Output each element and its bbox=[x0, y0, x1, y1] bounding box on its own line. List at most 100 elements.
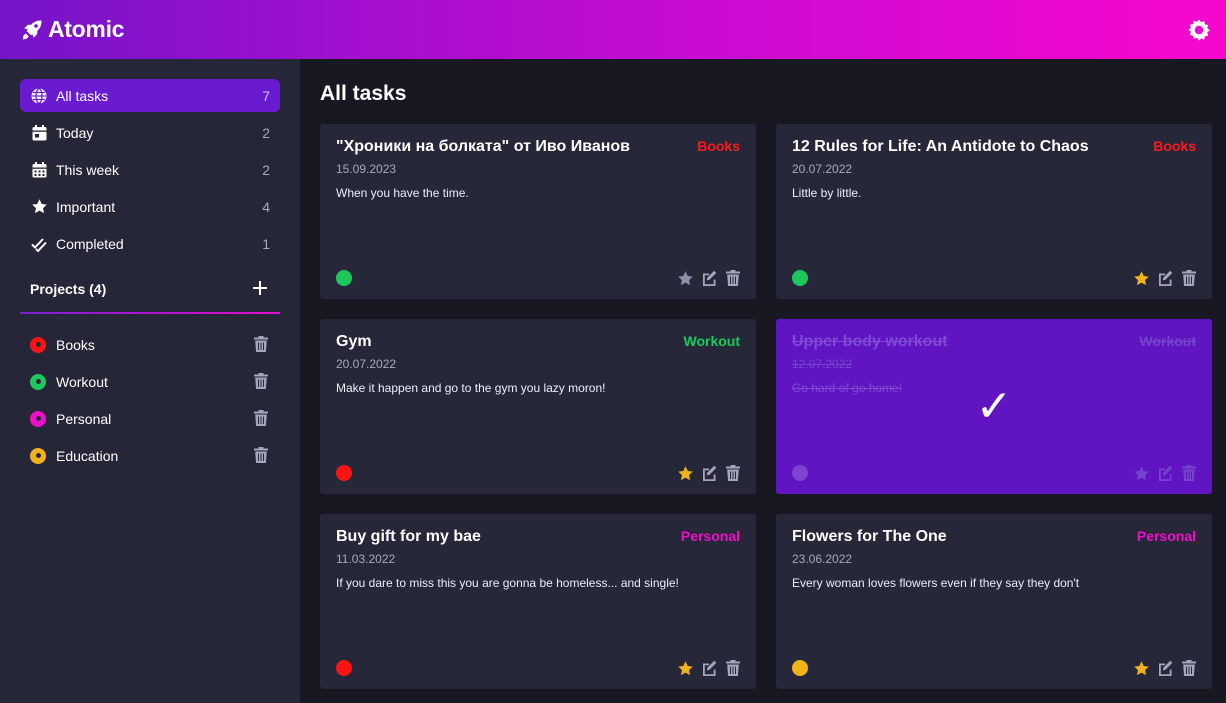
task-card[interactable]: Gym Workout 20.07.2022 Make it happen an… bbox=[320, 319, 756, 494]
task-grid: "Хроники на болката" от Иво Иванов Books… bbox=[320, 124, 1212, 689]
task-project-tag[interactable]: Workout bbox=[683, 333, 740, 349]
task-project-tag[interactable]: Books bbox=[697, 138, 740, 154]
nav-count: 1 bbox=[262, 235, 270, 252]
task-status-dot[interactable] bbox=[336, 465, 352, 481]
star-icon[interactable] bbox=[1132, 269, 1150, 287]
add-project-plus-icon[interactable] bbox=[252, 280, 270, 298]
edit-icon[interactable] bbox=[700, 464, 718, 482]
task-project-tag[interactable]: Personal bbox=[681, 528, 740, 544]
nav-important[interactable]: Important 4 bbox=[20, 190, 280, 223]
task-date: 11.03.2022 bbox=[336, 552, 396, 566]
task-description: Little by little. bbox=[792, 186, 862, 200]
nav-completed[interactable]: Completed 1 bbox=[20, 227, 280, 260]
projects-header: Projects (4) bbox=[20, 266, 280, 308]
nav-count: 2 bbox=[262, 161, 270, 178]
trash-icon[interactable] bbox=[1180, 269, 1198, 287]
task-title: 12 Rules for Life: An Antidote to Chaos bbox=[792, 138, 1089, 155]
task-actions bbox=[676, 659, 742, 677]
task-actions bbox=[1132, 464, 1198, 482]
edit-icon[interactable] bbox=[700, 659, 718, 677]
project-item-books[interactable]: Books bbox=[20, 328, 280, 361]
task-description: Make it happen and go to the gym you laz… bbox=[336, 381, 606, 395]
completed-checkmark-icon: ✓ bbox=[975, 381, 1013, 432]
trash-icon[interactable] bbox=[254, 409, 270, 428]
task-date: 20.07.2022 bbox=[336, 357, 397, 371]
nav-today[interactable]: Today 2 bbox=[20, 116, 280, 149]
project-color-dot bbox=[30, 373, 46, 390]
app-title: Atomic bbox=[48, 16, 125, 42]
task-card[interactable]: Flowers for The One Personal 23.06.2022 … bbox=[776, 514, 1212, 689]
trash-icon[interactable] bbox=[254, 372, 270, 391]
star-icon[interactable] bbox=[676, 659, 694, 677]
nav-count: 4 bbox=[262, 198, 270, 215]
nav-count: 2 bbox=[262, 124, 270, 141]
double-check-icon bbox=[30, 235, 48, 253]
nav-label: Completed bbox=[56, 235, 124, 252]
edit-icon[interactable] bbox=[700, 269, 718, 287]
task-date: 23.06.2022 bbox=[792, 552, 853, 566]
task-card[interactable]: Buy gift for my bae Personal 11.03.2022 … bbox=[320, 514, 756, 689]
task-description: When you have the time. bbox=[336, 186, 469, 200]
trash-icon[interactable] bbox=[724, 659, 742, 677]
page-title: All tasks bbox=[320, 82, 407, 105]
project-item-education[interactable]: Education bbox=[20, 439, 280, 472]
star-icon bbox=[30, 198, 48, 216]
rocket-icon bbox=[20, 18, 44, 42]
projects-divider bbox=[20, 312, 280, 314]
project-item-workout[interactable]: Workout bbox=[20, 365, 280, 398]
task-status-dot[interactable] bbox=[792, 465, 808, 481]
sidebar: All tasks 7 Today 2 This week 2 Importan… bbox=[0, 59, 300, 703]
calendar-day-icon bbox=[30, 124, 48, 142]
globe-icon bbox=[30, 87, 48, 105]
task-date: 15.09.2023 bbox=[336, 162, 397, 176]
project-color-dot bbox=[30, 336, 46, 353]
task-actions bbox=[1132, 659, 1198, 677]
trash-icon[interactable] bbox=[724, 464, 742, 482]
star-icon[interactable] bbox=[676, 269, 694, 287]
task-card-completed[interactable]: Upper body workout Workout 12.07.2022 Go… bbox=[776, 319, 1212, 494]
nav-label: Important bbox=[56, 198, 116, 215]
project-label: Personal bbox=[56, 410, 112, 427]
task-card[interactable]: 12 Rules for Life: An Antidote to Chaos … bbox=[776, 124, 1212, 299]
trash-icon[interactable] bbox=[1180, 464, 1198, 482]
edit-icon[interactable] bbox=[1156, 269, 1174, 287]
nav-all-tasks[interactable]: All tasks 7 bbox=[20, 79, 280, 112]
task-card[interactable]: "Хроники на болката" от Иво Иванов Books… bbox=[320, 124, 756, 299]
task-status-dot[interactable] bbox=[792, 660, 808, 676]
task-status-dot[interactable] bbox=[336, 660, 352, 676]
nav-label: All tasks bbox=[56, 87, 109, 104]
task-title: Flowers for The One bbox=[792, 528, 947, 545]
brand[interactable]: Atomic bbox=[20, 16, 124, 43]
task-project-tag[interactable]: Personal bbox=[1137, 528, 1196, 544]
projects-title: Projects (4) bbox=[30, 281, 107, 297]
star-icon[interactable] bbox=[1132, 464, 1150, 482]
edit-icon[interactable] bbox=[1156, 464, 1174, 482]
task-title: Buy gift for my bae bbox=[336, 528, 481, 545]
trash-icon[interactable] bbox=[254, 446, 270, 465]
settings-gear-icon[interactable] bbox=[1186, 17, 1212, 43]
task-title: "Хроники на болката" от Иво Иванов bbox=[336, 138, 630, 155]
trash-icon[interactable] bbox=[724, 269, 742, 287]
nav-label: This week bbox=[56, 161, 120, 178]
nav-count: 7 bbox=[262, 87, 270, 104]
project-item-personal[interactable]: Personal bbox=[20, 402, 280, 435]
task-actions bbox=[676, 269, 742, 287]
main-content: All tasks "Хроники на болката" от Иво Ив… bbox=[300, 59, 1226, 703]
task-project-tag[interactable]: Workout bbox=[1139, 333, 1196, 349]
edit-icon[interactable] bbox=[1156, 659, 1174, 677]
task-description: Every woman loves flowers even if they s… bbox=[792, 576, 1080, 590]
task-description: If you dare to miss this you are gonna b… bbox=[336, 576, 679, 590]
task-project-tag[interactable]: Books bbox=[1153, 138, 1196, 154]
task-title: Upper body workout bbox=[792, 333, 948, 350]
star-icon[interactable] bbox=[1132, 659, 1150, 677]
calendar-week-icon bbox=[30, 161, 48, 179]
task-date: 20.07.2022 bbox=[792, 162, 853, 176]
task-status-dot[interactable] bbox=[336, 270, 352, 286]
nav-this-week[interactable]: This week 2 bbox=[20, 153, 280, 186]
task-date: 12.07.2022 bbox=[792, 357, 853, 371]
task-status-dot[interactable] bbox=[792, 270, 808, 286]
app-header: Atomic bbox=[0, 0, 1226, 59]
trash-icon[interactable] bbox=[1180, 659, 1198, 677]
trash-icon[interactable] bbox=[254, 335, 270, 354]
star-icon[interactable] bbox=[676, 464, 694, 482]
